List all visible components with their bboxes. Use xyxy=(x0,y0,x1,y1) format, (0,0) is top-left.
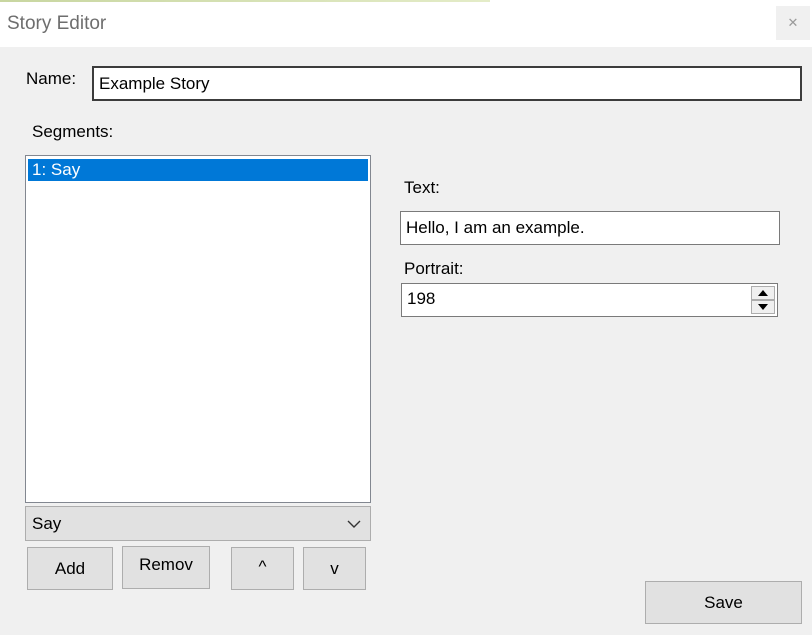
name-input[interactable] xyxy=(92,66,802,101)
title-bar-accent xyxy=(0,0,490,2)
save-button[interactable]: Save xyxy=(645,581,802,624)
text-label: Text: xyxy=(404,178,440,197)
chevron-down-icon xyxy=(347,520,361,528)
segment-type-combo[interactable]: Say xyxy=(25,506,371,541)
window-title: Story Editor xyxy=(7,13,107,34)
close-button[interactable]: ✕ xyxy=(776,6,810,40)
stepper-buttons xyxy=(751,286,775,314)
segments-listbox[interactable]: 1: Say xyxy=(25,155,371,503)
portrait-label: Portrait: xyxy=(404,259,464,278)
triangle-down-icon xyxy=(758,304,768,310)
portrait-value: 198 xyxy=(407,289,436,308)
close-icon: ✕ xyxy=(787,15,799,30)
save-button-label: Save xyxy=(704,592,743,612)
text-input[interactable] xyxy=(400,211,780,245)
move-down-button-label: v xyxy=(330,558,339,578)
name-label: Name: xyxy=(26,69,77,88)
segment-type-value: Say xyxy=(32,514,62,533)
add-button[interactable]: Add xyxy=(27,547,113,590)
remove-button[interactable]: Remov xyxy=(122,546,210,589)
portrait-stepper[interactable]: 198 xyxy=(401,283,778,317)
segments-label: Segments: xyxy=(32,122,114,141)
title-bar: Story Editor ✕ xyxy=(0,0,812,47)
stepper-up-button[interactable] xyxy=(751,286,775,300)
triangle-up-icon xyxy=(758,290,768,296)
move-down-button[interactable]: v xyxy=(303,547,366,590)
remove-button-label: Remov xyxy=(139,555,193,574)
move-up-button-label: ^ xyxy=(258,557,267,576)
add-button-label: Add xyxy=(54,558,86,578)
list-item[interactable]: 1: Say xyxy=(28,159,368,181)
move-up-button[interactable]: ^ xyxy=(231,547,294,590)
stepper-down-button[interactable] xyxy=(751,300,775,314)
